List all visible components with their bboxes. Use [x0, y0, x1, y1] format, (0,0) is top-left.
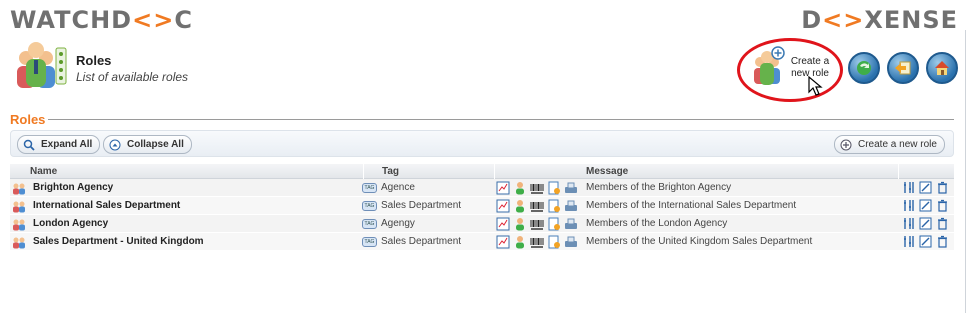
delete-icon[interactable] — [936, 199, 949, 212]
chart-icon[interactable] — [496, 181, 510, 195]
page-subtitle: List of available roles — [76, 70, 189, 84]
role-icon — [12, 199, 26, 213]
delete-icon[interactable] — [936, 235, 949, 248]
back-icon — [895, 61, 911, 75]
create-role-button[interactable]: Create a new role — [834, 135, 945, 154]
home-icon — [935, 61, 949, 75]
user-icon[interactable] — [513, 235, 527, 249]
role-icon — [12, 217, 26, 231]
column-header-message[interactable]: Message — [586, 166, 628, 177]
document-icon[interactable] — [547, 181, 561, 195]
user-icon[interactable] — [513, 217, 527, 231]
chart-icon[interactable] — [496, 199, 510, 213]
delete-icon[interactable] — [936, 217, 949, 230]
role-tag: Agengy — [381, 218, 415, 229]
role-tag: Sales Department — [381, 236, 462, 247]
refresh-icon — [857, 61, 871, 75]
column-header-tag[interactable]: Tag — [382, 166, 399, 177]
edit-icon[interactable] — [919, 181, 932, 194]
table-header: Name Tag Message — [10, 164, 954, 179]
role-icon — [12, 181, 26, 195]
tag-icon: TAG — [362, 237, 377, 247]
roles-table: Name Tag Message Brighton Agency TAG Age… — [10, 164, 954, 251]
toolbar: Expand All Collapse All Create a new rol… — [10, 130, 954, 157]
delete-icon[interactable] — [936, 181, 949, 194]
role-icon — [12, 235, 26, 249]
edit-icon[interactable] — [919, 199, 932, 212]
printer-icon[interactable] — [564, 181, 578, 195]
edit-icon[interactable] — [919, 217, 932, 230]
settings-icon[interactable] — [902, 199, 915, 212]
collapse-all-button[interactable]: Collapse All — [103, 135, 192, 154]
collapse-all-label: Collapse All — [127, 139, 184, 150]
role-message: Members of the United Kingdom Sales Depa… — [586, 236, 813, 247]
document-icon[interactable] — [547, 235, 561, 249]
column-header-name[interactable]: Name — [30, 166, 57, 177]
back-button[interactable] — [887, 52, 919, 84]
table-row[interactable]: International Sales Department TAG Sales… — [10, 197, 954, 215]
role-message: Members of the International Sales Depar… — [586, 200, 797, 211]
barcode-icon[interactable] — [530, 199, 544, 213]
roles-icon — [12, 40, 70, 92]
settings-icon[interactable] — [902, 181, 915, 194]
barcode-icon[interactable] — [530, 217, 544, 231]
document-icon[interactable] — [547, 199, 561, 213]
settings-icon[interactable] — [902, 235, 915, 248]
refresh-button[interactable] — [848, 52, 880, 84]
printer-icon[interactable] — [564, 235, 578, 249]
search-icon — [23, 139, 35, 151]
role-name[interactable]: Brighton Agency — [33, 182, 113, 193]
role-name[interactable]: International Sales Department — [33, 200, 180, 211]
highlight-ring — [737, 38, 843, 102]
collapse-icon — [109, 139, 121, 151]
tag-icon: TAG — [362, 183, 377, 193]
tag-icon: TAG — [362, 219, 377, 229]
table-row[interactable]: London Agency TAG Agengy Members of the … — [10, 215, 954, 233]
section-divider — [48, 119, 954, 120]
page-title: Roles — [76, 53, 112, 68]
doxense-logo: D<>XENSE — [801, 6, 958, 34]
create-role-label: Create a new role — [858, 139, 937, 150]
edit-icon[interactable] — [919, 235, 932, 248]
table-row[interactable]: Brighton Agency TAG Agence Members of th… — [10, 179, 954, 197]
role-tag: Agence — [381, 182, 415, 193]
role-name[interactable]: London Agency — [33, 218, 108, 229]
tag-icon: TAG — [362, 201, 377, 211]
barcode-icon[interactable] — [530, 181, 544, 195]
expand-all-label: Expand All — [41, 139, 93, 150]
table-row[interactable]: Sales Department - United Kingdom TAG Sa… — [10, 233, 954, 251]
printer-icon[interactable] — [564, 199, 578, 213]
add-icon — [840, 139, 852, 151]
user-icon[interactable] — [513, 181, 527, 195]
mouse-cursor-icon — [808, 75, 824, 98]
section-title: Roles — [10, 112, 46, 127]
barcode-icon[interactable] — [530, 235, 544, 249]
watchdoc-logo: WATCHD<>C — [10, 6, 193, 34]
printer-icon[interactable] — [564, 217, 578, 231]
expand-all-button[interactable]: Expand All — [17, 135, 101, 154]
role-message: Members of the Brighton Agency — [586, 182, 732, 193]
settings-icon[interactable] — [902, 217, 915, 230]
chart-icon[interactable] — [496, 235, 510, 249]
document-icon[interactable] — [547, 217, 561, 231]
role-name[interactable]: Sales Department - United Kingdom — [33, 236, 204, 247]
home-button[interactable] — [926, 52, 958, 84]
role-message: Members of the London Agency — [586, 218, 728, 229]
chart-icon[interactable] — [496, 217, 510, 231]
user-icon[interactable] — [513, 199, 527, 213]
role-tag: Sales Department — [381, 200, 462, 211]
